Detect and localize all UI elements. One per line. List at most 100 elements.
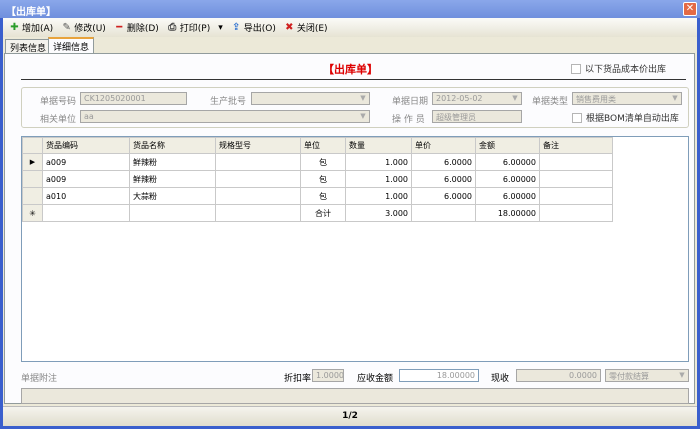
column-header[interactable]: 单价 [411,137,476,154]
type-label: 单据类型 [532,97,569,107]
edit-icon: ✎ [62,22,71,33]
table-cell[interactable]: a010 [42,187,130,205]
detail-panel: 【出库单】 以下货品成本价出库 单据号码 CK1205020001 生产批号 ▼… [4,53,695,404]
table-cell[interactable]: a009 [42,170,130,188]
table-cell[interactable]: 6.0000 [411,153,476,171]
table-row[interactable]: a010 大蒜粉 包 1.000 6.0000 6.00000 [22,187,613,205]
column-header[interactable]: 货品名称 [129,137,216,154]
receivable-label: 应收金额 [357,374,394,384]
table-cell[interactable]: 1.000 [345,153,412,171]
type-select[interactable]: 销售费用类 ▼ [572,92,682,105]
total-row: ✳ 合计 3.000 18.00000 [22,204,613,222]
row-header-corner [22,137,43,154]
cost-price-checkbox[interactable]: 以下货品成本价出库 [571,62,666,75]
toolbar: ✚ 增加(A) ✎ 修改(U) ━ 删除(D) ⎙ 打印(P) ▾ ⇪ 导出(O) ✖ 关闭(E) [3,18,697,37]
total-cell: 3.000 [345,204,412,222]
table-cell[interactable]: 6.00000 [475,187,540,205]
table-cell[interactable] [215,170,301,188]
chevron-down-icon: ▼ [672,94,678,102]
toolbar-button-label: 打印(P) [179,24,211,34]
close-circle-icon: ✖ [285,22,294,33]
total-cell [539,204,613,222]
table-cell[interactable]: 6.00000 [475,153,540,171]
table-row[interactable]: ▶ a009 鲜辣粉 包 1.000 6.0000 6.00000 [22,153,613,171]
tab-detail-info[interactable]: 详细信息 [48,37,95,54]
total-cell: 18.00000 [475,204,540,222]
chevron-down-icon: ▼ [360,112,366,120]
header-form: 单据号码 CK1205020001 生产批号 ▼ 单据日期 2012-05-02… [21,87,689,128]
date-label: 单据日期 [392,97,429,107]
bom-checkbox[interactable]: 根据BOM清单自动出库 [572,111,679,124]
toolbar-button-close-circle[interactable]: ✖ 关闭(E) [284,21,327,34]
cash-field[interactable]: 0.0000 [516,369,601,382]
table-cell[interactable] [215,187,301,205]
cash-label: 现收 [491,374,510,384]
column-header[interactable]: 备注 [539,137,613,154]
new-row-icon[interactable]: ✳ [22,204,43,222]
table-cell[interactable] [215,153,301,171]
tab-list-info[interactable]: 列表信息 [5,39,52,54]
minus-icon: ━ [116,22,123,33]
current-row-icon[interactable]: ▶ [22,153,43,171]
doc-no-field[interactable]: CK1205020001 [80,92,187,105]
table-cell[interactable]: 鲜辣粉 [129,170,216,188]
chevron-down-icon: ▼ [360,94,366,102]
window-body: ✚ 增加(A) ✎ 修改(U) ━ 删除(D) ⎙ 打印(P) ▾ ⇪ 导出(O) ✖ 关闭(E) 列表… [3,18,697,426]
column-header[interactable]: 数量 [345,137,412,154]
toolbar-button-minus[interactable]: ━ 删除(D) [114,21,159,34]
column-header[interactable]: 金额 [475,137,540,154]
row-header[interactable] [22,170,43,188]
receivable-field[interactable]: 18.00000 [399,369,479,382]
settlement-select[interactable]: 零付款结算 ▼ [605,369,689,382]
toolbar-button-plus[interactable]: ✚ 增加(A) [9,21,53,34]
table-cell[interactable]: 1.000 [345,170,412,188]
toolbar-button-label: 导出(O) [243,24,276,34]
table-row[interactable]: a009 鲜辣粉 包 1.000 6.0000 6.00000 [22,170,613,188]
total-cell [215,204,301,222]
total-cell [129,204,216,222]
unit-value: aa [84,112,94,121]
table-cell[interactable] [539,153,613,171]
total-cell [411,204,476,222]
table-cell[interactable]: 6.0000 [411,187,476,205]
status-bar: 1/2 [3,406,697,426]
title-bar: 【出库单】 [0,0,700,18]
table-cell[interactable] [539,187,613,205]
column-header[interactable]: 单位 [300,137,346,154]
column-header[interactable]: 货品编码 [42,137,130,154]
table-cell[interactable]: 鲜辣粉 [129,153,216,171]
discount-label: 折扣率 [284,374,312,384]
table-cell[interactable]: 包 [300,153,346,171]
date-field[interactable]: 2012-05-02 ▼ [432,92,522,105]
operator-label: 操 作 员 [392,115,425,125]
discount-field[interactable]: 1.0000 [312,369,344,382]
items-table: 货品编码 货品名称 规格型号 单位 数量 单价 金额 备注 ▶ a009 鲜辣粉包 1.000 6.0… [22,137,613,222]
table-cell[interactable]: 大蒜粉 [129,187,216,205]
page-indicator: 1/2 [342,411,358,421]
column-header[interactable]: 规格型号 [215,137,301,154]
operator-field[interactable]: 超级管理员 [432,110,522,123]
toolbar-button-export[interactable]: ⇪ 导出(O) [231,21,276,34]
type-value: 销售费用类 [576,95,616,104]
row-header[interactable] [22,187,43,205]
table-cell[interactable] [539,170,613,188]
memo-field[interactable] [21,388,689,404]
unit-select[interactable]: aa ▼ [80,110,370,123]
settlement-value: 零付款结算 [609,372,649,381]
table-cell[interactable]: a009 [42,153,130,171]
unit-label: 相关单位 [40,115,77,125]
export-icon: ⇪ [232,22,241,33]
checkbox-label: 根据BOM清单自动出库 [586,114,679,124]
table-cell[interactable]: 包 [300,170,346,188]
dropdown-arrow-icon[interactable]: ▾ [218,23,223,33]
table-cell[interactable]: 包 [300,187,346,205]
plus-icon: ✚ [10,22,19,33]
batch-select[interactable]: ▼ [251,92,370,105]
table-cell[interactable]: 1.000 [345,187,412,205]
toolbar-button-edit[interactable]: ✎ 修改(U) [61,21,105,34]
table-cell[interactable]: 6.00000 [475,170,540,188]
close-icon[interactable]: ✕ [683,2,697,16]
toolbar-button-label: 删除(D) [126,24,159,34]
table-cell[interactable]: 6.0000 [411,170,476,188]
toolbar-button-printer[interactable]: ⎙ 打印(P) [167,21,210,34]
